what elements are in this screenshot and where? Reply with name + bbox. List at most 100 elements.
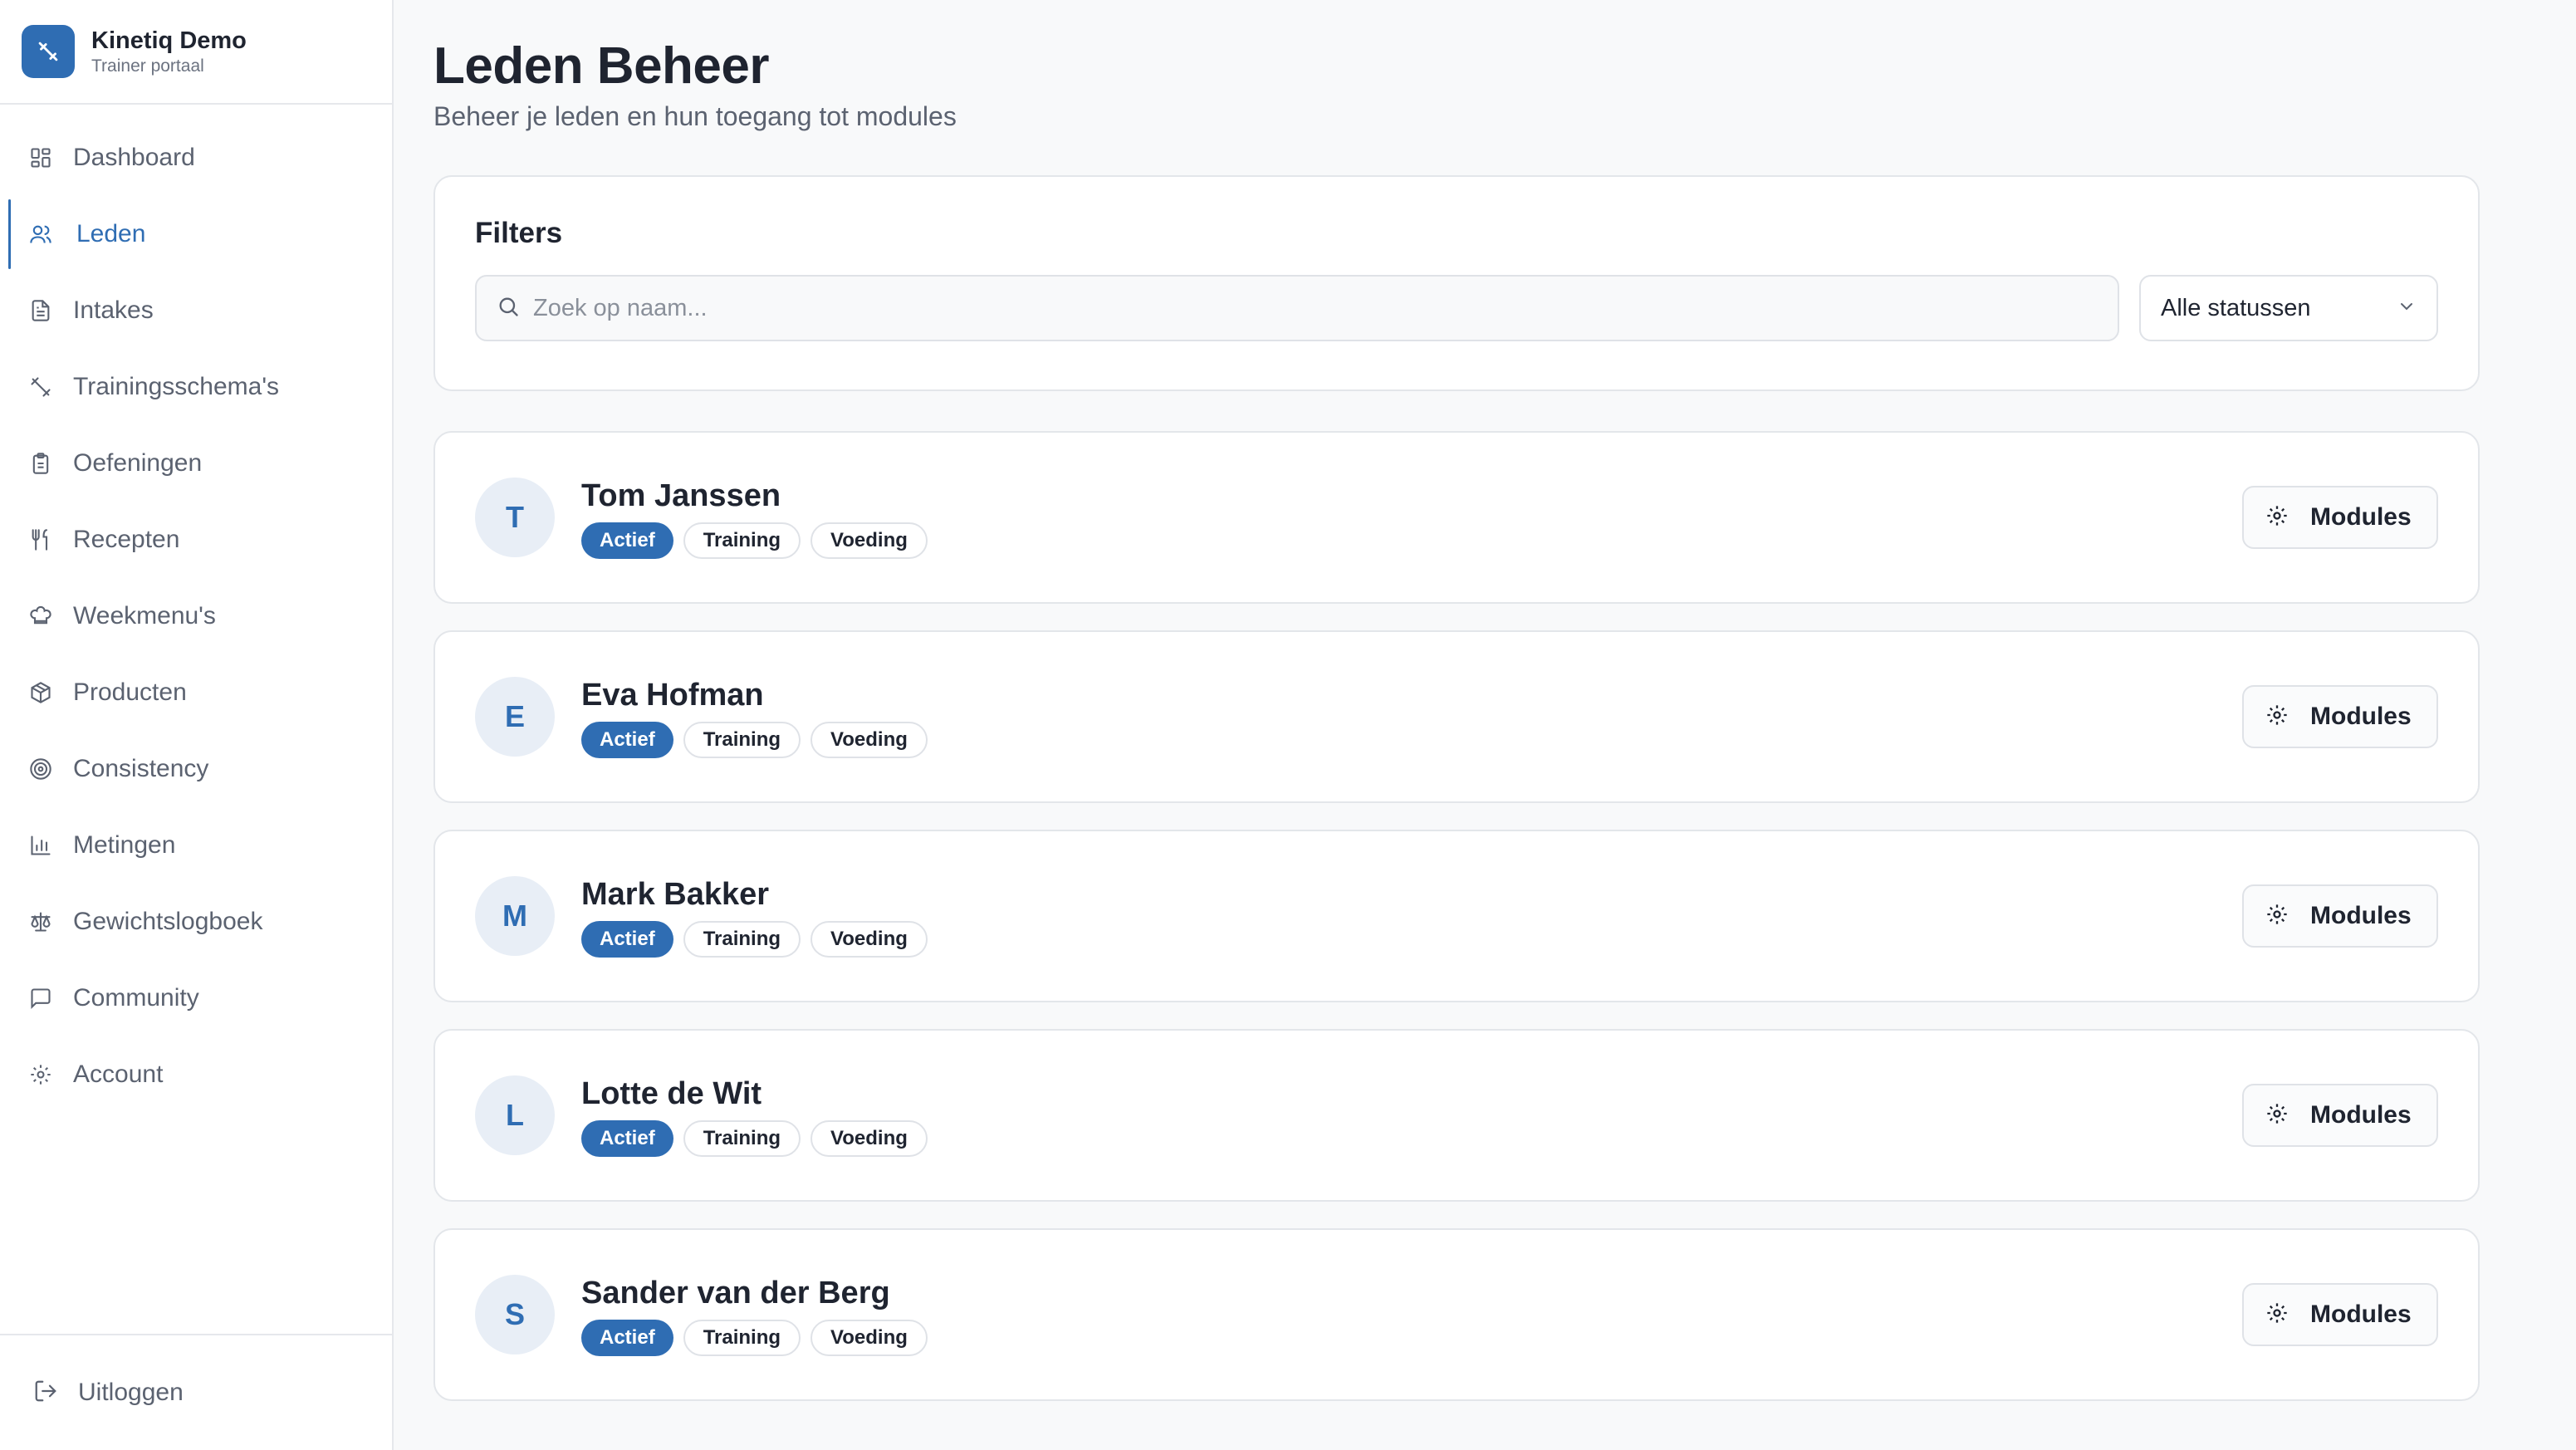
gear-icon <box>2265 1102 2289 1129</box>
brand-logo-icon <box>22 25 75 78</box>
module-badge-voeding: Voeding <box>811 1120 928 1157</box>
sidebar-item-leden[interactable]: Leden <box>0 196 392 272</box>
modules-button[interactable]: Modules <box>2242 486 2438 549</box>
sidebar-item-label: Consistency <box>73 755 209 782</box>
search-icon <box>497 295 520 322</box>
sidebar-item-community[interactable]: Community <box>0 960 392 1036</box>
brand-name: Kinetiq Demo <box>91 27 247 54</box>
gear-icon <box>28 1062 53 1087</box>
sidebar: Kinetiq Demo Trainer portaal Dashboard L… <box>0 0 394 1450</box>
sidebar-item-dashboard[interactable]: Dashboard <box>0 120 392 196</box>
sidebar-item-label: Intakes <box>73 296 154 324</box>
sidebar-item-label: Metingen <box>73 831 176 859</box>
member-row: E Eva Hofman Actief Training Voeding Mod… <box>433 630 2480 803</box>
brand-subtitle: Trainer portaal <box>91 56 204 76</box>
sidebar-item-label: Community <box>73 984 199 1012</box>
message-icon <box>28 986 53 1011</box>
status-badge: Actief <box>581 1120 673 1157</box>
member-list: T Tom Janssen Actief Training Voeding Mo… <box>433 431 2576 1401</box>
scale-icon <box>28 909 53 934</box>
modules-button-label: Modules <box>2310 703 2412 730</box>
modules-button-label: Modules <box>2310 1101 2412 1129</box>
modules-button-label: Modules <box>2310 503 2412 531</box>
avatar: M <box>475 876 555 956</box>
status-badge: Actief <box>581 722 673 758</box>
module-badge-training: Training <box>683 921 801 958</box>
logout-icon <box>33 1379 58 1408</box>
sidebar-item-trainingsschemas[interactable]: Trainingsschema's <box>0 349 392 425</box>
avatar: T <box>475 478 555 557</box>
module-badge-training: Training <box>683 722 801 758</box>
search-input[interactable] <box>533 294 2111 322</box>
member-name: Tom Janssen <box>581 478 781 513</box>
sidebar-item-label: Account <box>73 1061 164 1088</box>
gear-icon <box>2265 703 2289 731</box>
file-text-icon <box>28 298 53 323</box>
sidebar-item-label: Leden <box>76 220 146 247</box>
chevron-down-icon <box>2397 296 2417 321</box>
avatar: E <box>475 677 555 757</box>
status-select[interactable]: Alle statussen <box>2139 275 2438 341</box>
gear-icon <box>2265 903 2289 930</box>
module-badge-training: Training <box>683 1120 801 1157</box>
dashboard-icon <box>28 145 53 170</box>
sidebar-nav: Dashboard Leden Intakes Trainingsschema'… <box>0 105 392 1113</box>
member-row: M Mark Bakker Actief Training Voeding Mo… <box>433 830 2480 1002</box>
logout-button[interactable]: Uitloggen <box>0 1334 392 1450</box>
sidebar-item-intakes[interactable]: Intakes <box>0 272 392 349</box>
sidebar-item-label: Recepten <box>73 526 180 553</box>
sidebar-item-metingen[interactable]: Metingen <box>0 807 392 884</box>
sidebar-item-label: Oefeningen <box>73 449 203 477</box>
logout-label: Uitloggen <box>78 1379 184 1406</box>
filters-card: Filters Alle statussen <box>433 175 2480 391</box>
dumbbell-icon <box>28 375 53 399</box>
sidebar-item-recepten[interactable]: Recepten <box>0 502 392 578</box>
member-name: Sander van der Berg <box>581 1276 890 1310</box>
module-badge-voeding: Voeding <box>811 722 928 758</box>
brand: Kinetiq Demo Trainer portaal <box>0 0 392 105</box>
page-subtitle: Beheer je leden en hun toegang tot modul… <box>433 101 957 131</box>
chef-hat-icon <box>28 604 53 629</box>
avatar: S <box>475 1275 555 1354</box>
sidebar-item-producten[interactable]: Producten <box>0 654 392 731</box>
module-badge-training: Training <box>683 522 801 559</box>
package-icon <box>28 680 53 705</box>
users-icon <box>28 222 53 247</box>
sidebar-item-label: Gewichtslogboek <box>73 908 263 935</box>
sidebar-item-label: Producten <box>73 678 187 706</box>
sidebar-item-account[interactable]: Account <box>0 1036 392 1113</box>
bar-chart-icon <box>28 833 53 858</box>
gear-icon <box>2265 504 2289 532</box>
member-row: S Sander van der Berg Actief Training Vo… <box>433 1228 2480 1401</box>
modules-button[interactable]: Modules <box>2242 884 2438 948</box>
module-badge-voeding: Voeding <box>811 1320 928 1356</box>
sidebar-item-gewichtslogboek[interactable]: Gewichtslogboek <box>0 884 392 960</box>
modules-button[interactable]: Modules <box>2242 1283 2438 1346</box>
avatar: L <box>475 1075 555 1155</box>
utensils-icon <box>28 527 53 552</box>
sidebar-item-label: Dashboard <box>73 144 195 171</box>
sidebar-item-weekmenus[interactable]: Weekmenu's <box>0 578 392 654</box>
modules-button[interactable]: Modules <box>2242 1084 2438 1147</box>
member-name: Mark Bakker <box>581 877 770 912</box>
status-badge: Actief <box>581 1320 673 1356</box>
target-icon <box>28 757 53 781</box>
search-field[interactable] <box>475 275 2119 341</box>
member-row: L Lotte de Wit Actief Training Voeding M… <box>433 1029 2480 1202</box>
clipboard-icon <box>28 451 53 476</box>
module-badge-voeding: Voeding <box>811 522 928 559</box>
sidebar-item-label: Trainingsschema's <box>73 373 280 400</box>
page-title: Leden Beheer <box>433 37 770 95</box>
module-badge-training: Training <box>683 1320 801 1356</box>
member-name: Lotte de Wit <box>581 1076 762 1111</box>
gear-icon <box>2265 1301 2289 1329</box>
sidebar-item-label: Weekmenu's <box>73 602 216 629</box>
module-badge-voeding: Voeding <box>811 921 928 958</box>
modules-button-label: Modules <box>2310 902 2412 929</box>
main-content: Leden Beheer Beheer je leden en hun toeg… <box>394 0 2576 1450</box>
sidebar-item-oefeningen[interactable]: Oefeningen <box>0 425 392 502</box>
modules-button[interactable]: Modules <box>2242 685 2438 748</box>
status-badge: Actief <box>581 921 673 958</box>
status-select-value: Alle statussen <box>2161 294 2311 321</box>
sidebar-item-consistency[interactable]: Consistency <box>0 731 392 807</box>
